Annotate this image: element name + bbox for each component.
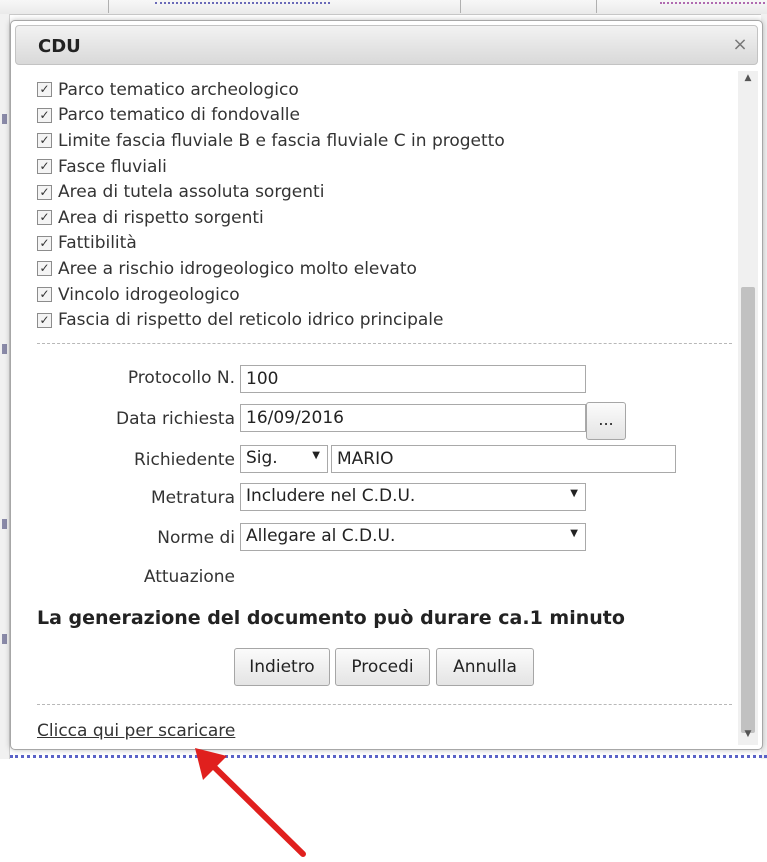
layer-item[interactable]: ✓ Parco tematico archeologico (37, 77, 505, 103)
scrollbar-thumb[interactable] (741, 287, 755, 733)
download-link[interactable]: Clicca qui per scaricare (37, 721, 235, 741)
map-background-top (0, 0, 767, 15)
checkbox-checked[interactable]: ✓ (37, 235, 52, 251)
richiedente-input[interactable] (331, 445, 676, 473)
checkbox-checked[interactable]: ✓ (37, 107, 52, 123)
layer-item[interactable]: ✓ Fasce fluviali (37, 154, 505, 180)
title-select-value: Sig. (246, 448, 278, 468)
layer-item[interactable]: ✓ Limite fascia fluviale B e fascia fluvi… (37, 128, 505, 154)
layer-label: Vincolo idrogeologico (58, 284, 240, 305)
layer-label: Fascia di rispetto del reticolo idrico p… (58, 310, 444, 331)
generation-time-note: La generazione del documento può durare … (37, 607, 625, 629)
map-route-line (10, 755, 767, 762)
layer-label: Fasce fluviali (58, 156, 167, 177)
scroll-up-icon[interactable]: ▲ (738, 73, 758, 87)
map-grid-line (596, 0, 597, 13)
layer-item[interactable]: ✓ Fascia di rispetto del reticolo idrico … (37, 307, 505, 333)
layer-item[interactable]: ✓ Vincolo idrogeologico (37, 282, 505, 308)
dialog-titlebar[interactable]: CDU × (15, 25, 758, 65)
section-divider (37, 704, 732, 705)
metratura-label: Metratura (150, 488, 235, 508)
layer-item[interactable]: ✓ Fattibilità (37, 231, 505, 257)
layer-label: Area di tutela assoluta sorgenti (58, 182, 325, 203)
data-richiesta-input[interactable] (240, 404, 586, 432)
protocollo-label: Protocollo N. (127, 368, 235, 388)
map-route-line (660, 2, 765, 8)
section-divider (37, 343, 732, 344)
checkbox-checked[interactable]: ✓ (37, 82, 52, 98)
layer-label: Aree a rischio idrogeologico molto eleva… (58, 258, 417, 279)
scroll-down-icon[interactable]: ▼ (738, 729, 758, 743)
vertical-scrollbar[interactable]: ▲ ▼ (738, 71, 758, 745)
layer-checkbox-list: ✓ Parco tematico archeologico ✓ Parco tema… (37, 77, 505, 333)
layer-item[interactable]: ✓ Area di rispetto sorgenti (37, 205, 505, 231)
norme-select-value: Allegare al C.D.U. (246, 526, 396, 546)
checkbox-checked[interactable]: ✓ (37, 261, 52, 277)
date-picker-button[interactable]: ... (586, 402, 626, 440)
proceed-button[interactable]: Procedi (335, 648, 430, 686)
layer-label: Fattibilità (58, 233, 137, 254)
cdu-dialog: CDU × ▲ ▼ ✓ Parco tematico archeologico ✓… (10, 20, 763, 750)
map-mark (2, 519, 7, 529)
checkbox-checked[interactable]: ✓ (37, 312, 52, 328)
map-mark (2, 344, 7, 354)
layer-item[interactable]: ✓ Parco tematico di fondovalle (37, 103, 505, 129)
protocollo-input[interactable] (240, 365, 586, 393)
map-mark (2, 114, 7, 124)
norme-label-line2: Attuazione (143, 567, 235, 587)
layer-label: Area di rispetto sorgenti (58, 207, 264, 228)
map-background-bottom (0, 752, 767, 762)
close-icon[interactable]: × (729, 34, 751, 56)
map-mark (2, 634, 7, 644)
dialog-content: ✓ Parco tematico archeologico ✓ Parco tema… (15, 71, 736, 745)
red-arrow-icon (195, 748, 306, 857)
richiedente-label: Richiedente (134, 450, 235, 470)
norme-select[interactable]: Allegare al C.D.U. ▼ (240, 523, 586, 551)
layer-label: Parco tematico archeologico (58, 79, 299, 100)
norme-label: Norme di (157, 528, 235, 548)
chevron-down-icon: ▼ (570, 528, 578, 539)
checkbox-checked[interactable]: ✓ (37, 287, 52, 303)
layer-item[interactable]: ✓ Area di tutela assoluta sorgenti (37, 179, 505, 205)
checkbox-checked[interactable]: ✓ (37, 210, 52, 226)
metratura-select[interactable]: Includere nel C.D.U. ▼ (240, 483, 586, 511)
layer-label: Limite fascia fluviale B e fascia fluvia… (58, 130, 505, 151)
cancel-button[interactable]: Annulla (436, 648, 534, 686)
map-route-line (155, 2, 330, 8)
layer-item[interactable]: ✓ Aree a rischio idrogeologico molto elev… (37, 256, 505, 282)
map-background-left (0, 14, 10, 759)
chevron-down-icon: ▼ (570, 488, 578, 499)
map-grid-line (108, 0, 109, 13)
dialog-title: CDU (38, 36, 81, 57)
data-richiesta-label: Data richiesta (116, 409, 235, 429)
chevron-down-icon: ▼ (312, 450, 320, 461)
map-grid-line (460, 0, 461, 13)
layer-label: Parco tematico di fondovalle (58, 105, 300, 126)
checkbox-checked[interactable]: ✓ (37, 184, 52, 200)
back-button[interactable]: Indietro (234, 648, 330, 686)
title-select[interactable]: Sig. ▼ (240, 445, 328, 473)
checkbox-checked[interactable]: ✓ (37, 133, 52, 149)
metratura-select-value: Includere nel C.D.U. (246, 486, 416, 506)
checkbox-checked[interactable]: ✓ (37, 159, 52, 175)
